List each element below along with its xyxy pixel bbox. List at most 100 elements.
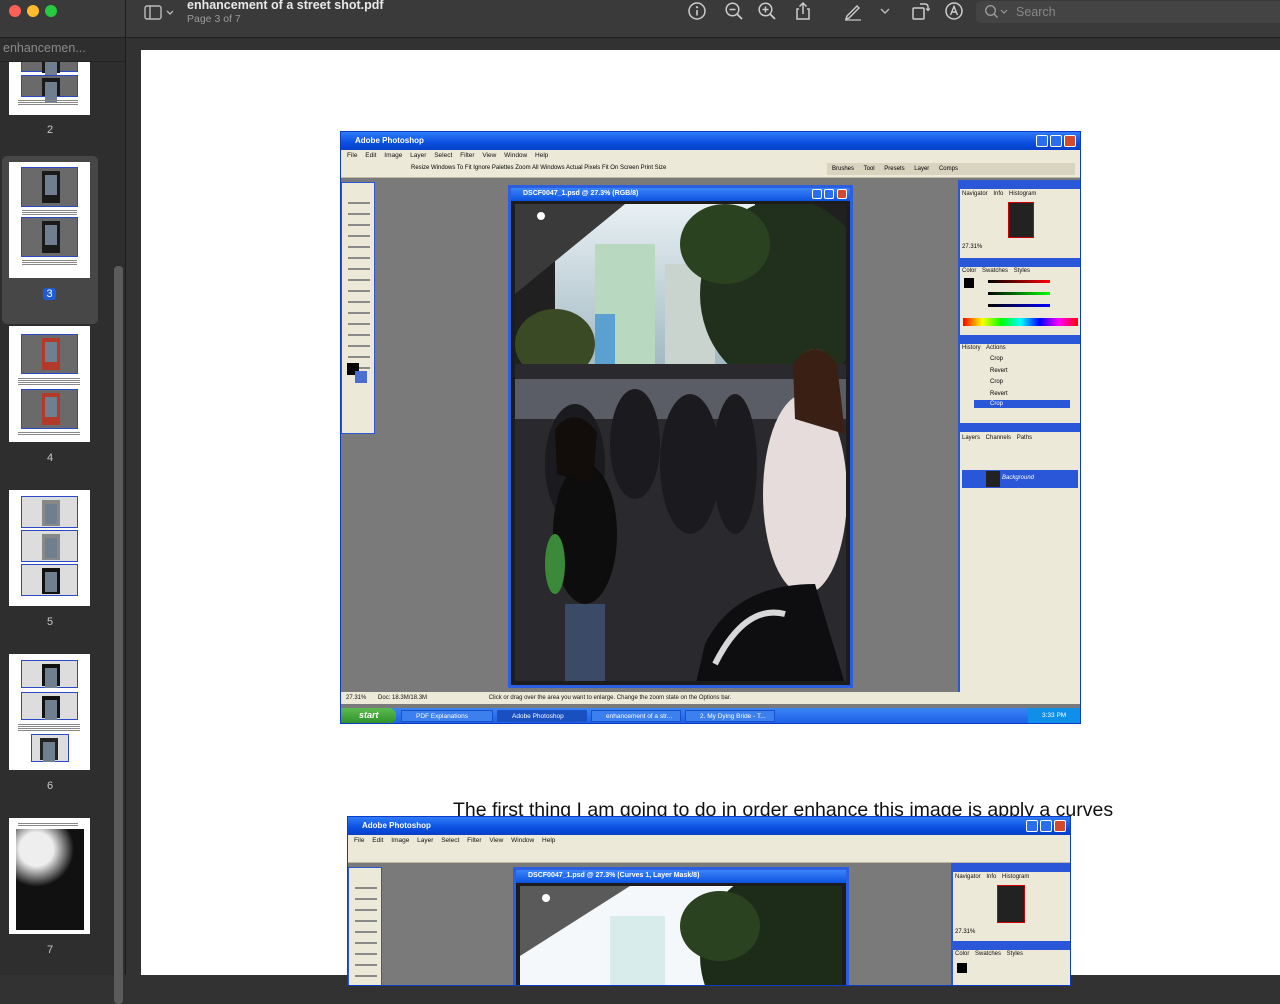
thumbnail-screenshot (21, 530, 78, 562)
page-thumbnail-5[interactable] (9, 490, 90, 606)
photoshop-title-bar: Adobe Photoshop (348, 817, 1070, 835)
palette-tab: Brushes (832, 166, 855, 172)
photoshop-toolbox (341, 182, 375, 434)
close-window-button[interactable] (9, 5, 21, 17)
tool-icons (355, 882, 377, 985)
rotate-icon (912, 3, 930, 20)
pdf-page: Adobe Photoshop File Edit Image Layer Se… (141, 50, 1280, 986)
document-window-title: DSCF0047_1.psd @ 27.3% (RGB/8) (511, 188, 850, 201)
page-thumbnail-3[interactable] (9, 162, 90, 278)
maximize-icon (1040, 820, 1052, 832)
info-icon (688, 2, 706, 20)
history-list: Crop Revert Crop Revert (990, 354, 1008, 400)
zoom-out-icon (725, 2, 743, 20)
thumbnail-text (18, 100, 78, 105)
thumbnail-screenshot (21, 389, 78, 429)
close-icon (1054, 820, 1066, 832)
color-fg-swatch (964, 278, 974, 288)
color-tabs: Color Swatches Styles (955, 951, 1024, 957)
page-thumbnail-7[interactable] (9, 818, 90, 934)
page-number-5: 5 (46, 616, 54, 628)
palette-well: Brushes Tool Presets Layer Comps (827, 163, 1075, 175)
document-window-title: DSCF0047_1.psd @ 27.3% (Curves 1, Layer … (516, 870, 846, 883)
doc-close-icon (837, 189, 847, 199)
history-item: Crop (990, 379, 1004, 385)
photoshop-options-bar (348, 846, 1070, 863)
palette-tab: Layer Comps (914, 166, 958, 172)
sidebar-icon (144, 5, 174, 20)
layers-tabs: Layers Channels Paths (962, 435, 1033, 441)
panel-header (953, 941, 1070, 950)
thumbnail-photo (16, 829, 84, 930)
status-hint: Click or drag over the area you want to … (488, 695, 732, 701)
photoshop-options-bar: Resize Windows To Fit Ignore Palettes Zo… (341, 161, 1080, 178)
page-thumbnail-2[interactable] (9, 62, 90, 115)
page-thumbnail-6[interactable] (9, 654, 90, 770)
thumbnail-text (18, 724, 80, 731)
layer-thumbnail (986, 471, 1000, 487)
page-number-6: 6 (46, 780, 54, 792)
minimize-window-button[interactable] (27, 5, 39, 17)
history-item: Revert (990, 390, 1008, 397)
page-thumbnail-4[interactable] (9, 326, 90, 442)
thumbnail-screenshot (31, 734, 69, 762)
minimize-icon (1026, 820, 1038, 832)
blue-slider (988, 304, 1050, 307)
thumbnail-screenshot (21, 334, 78, 374)
photoshop-status-bar: 27.31% Doc: 18.3M/18.3M Click or drag ov… (341, 692, 1080, 704)
markup-menu-button[interactable] (877, 0, 893, 22)
share-icon (796, 1, 810, 20)
street-photo (520, 886, 842, 985)
panel-header (953, 863, 1070, 872)
tool-icons (348, 197, 370, 377)
sidebar-title: enhancemen... (3, 41, 86, 55)
street-photo (515, 204, 846, 681)
page-number-4: 4 (46, 452, 54, 464)
taskbar-item: Adobe Photoshop (497, 710, 587, 722)
search-field[interactable]: Search (976, 1, 1280, 23)
zoom-in-button[interactable] (756, 0, 778, 22)
photoshop-toolbox (348, 867, 382, 985)
thumbnail-screenshot (21, 660, 78, 688)
page-number-2: 2 (46, 124, 54, 136)
thumbnail-text (18, 378, 80, 386)
annotate-icon (945, 2, 963, 20)
navigator-tabs: Navigator Info Histogram (955, 874, 1030, 880)
zoom-window-button[interactable] (45, 5, 57, 17)
panel-header (960, 258, 1080, 267)
annotate-button[interactable] (943, 0, 965, 22)
page-number-3: 3 (43, 288, 56, 300)
photoshop-palettes: Navigator Info Histogram 27.31% Color Sw… (951, 863, 1070, 985)
markup-button[interactable] (842, 0, 864, 22)
chevron-down-icon (880, 8, 890, 14)
rotate-button[interactable] (909, 0, 931, 22)
search-placeholder: Search (1016, 5, 1056, 19)
title-bar: enhancement of a street shot.pdf Page 3 … (0, 0, 1280, 38)
search-icon (984, 4, 1008, 19)
thumbnail-text (22, 260, 77, 265)
photoshop-menu-bar: File Edit Image Layer Select Filter View… (348, 835, 1070, 846)
navigator-preview (1008, 202, 1034, 238)
info-button[interactable] (686, 0, 708, 22)
thumbnail-sidebar: enhancemen... 2 3 4 5 6 7 (0, 38, 125, 1004)
sidebar-divider[interactable] (125, 0, 126, 975)
history-item-selected: Crop (974, 400, 1070, 408)
thumbnail-screenshot (21, 75, 78, 102)
background-layer: Background (962, 470, 1078, 488)
doc-maximize-icon (824, 189, 834, 199)
xp-start-button: start (341, 708, 396, 723)
zoom-out-button[interactable] (723, 0, 745, 22)
status-zoom: 27.31% (346, 695, 367, 701)
navigator-zoom: 27.31% (962, 244, 983, 250)
share-button[interactable] (792, 0, 814, 22)
photoshop-document-window: DSCF0047_1.psd @ 27.3% (RGB/8) (508, 185, 853, 688)
doc-minimize-icon (812, 189, 822, 199)
navigator-tabs: Navigator Info Histogram (962, 191, 1037, 197)
thumbnail-text (18, 432, 80, 436)
photoshop-menu-bar: File Edit Image Layer Select Filter View… (341, 150, 1080, 161)
sidebar-scrollbar[interactable] (114, 266, 123, 1004)
thumbnail-text (22, 210, 77, 215)
sidebar-toggle-button[interactable] (144, 3, 174, 21)
panel-header (960, 180, 1080, 189)
maximize-icon (1050, 135, 1062, 147)
